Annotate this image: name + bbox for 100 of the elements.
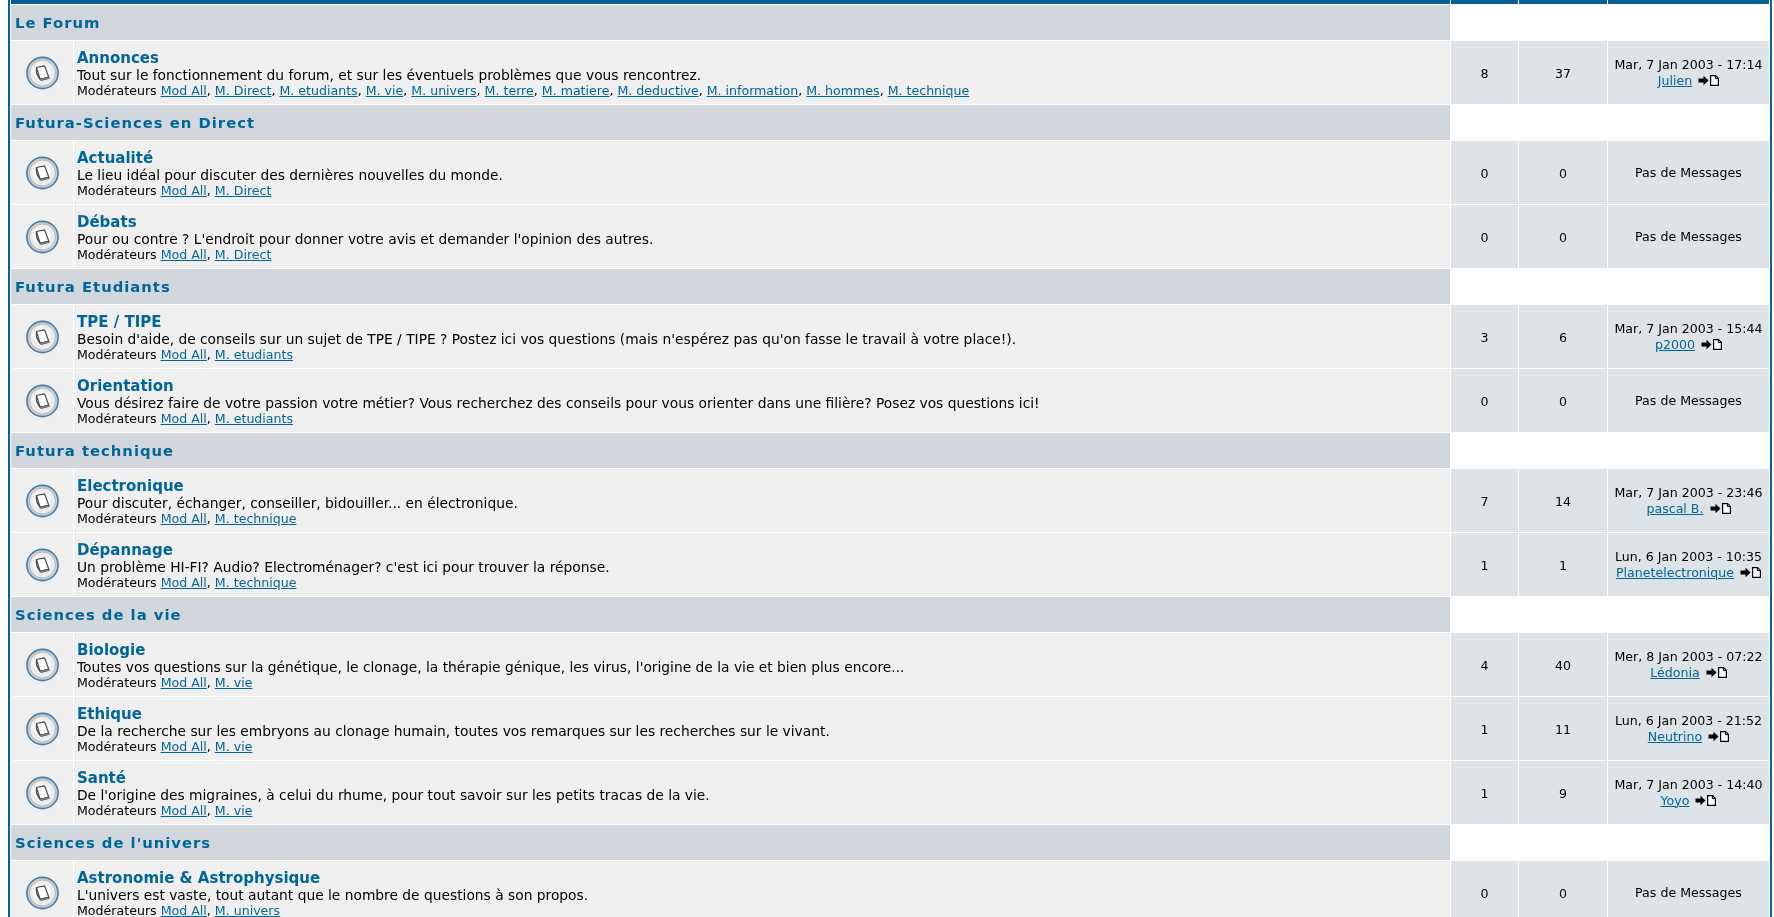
last-post-date: Mar, 7 Jan 2003 - 23:46: [1614, 484, 1763, 501]
author-link[interactable]: Neutrino: [1647, 728, 1703, 744]
moderators-line: Modérateurs Mod All, M. Direct: [77, 246, 272, 262]
author-link[interactable]: p2000: [1654, 336, 1695, 352]
moderator-link[interactable]: M. Direct: [214, 246, 272, 262]
moderator-link[interactable]: M. technique: [214, 574, 297, 590]
topics-count: 0: [1480, 886, 1489, 901]
topics-count: 8: [1480, 66, 1489, 81]
arrow-page-icon[interactable]: [1708, 730, 1730, 742]
forum-title-link[interactable]: Débats: [77, 213, 137, 231]
moderator-link[interactable]: M. technique: [214, 510, 297, 526]
moderator-link[interactable]: Mod All: [160, 82, 207, 98]
forum-title-link[interactable]: Actualité: [77, 149, 154, 167]
topics-count: 4: [1480, 658, 1489, 673]
moderators-line: Modérateurs Mod All, M. etudiants: [77, 346, 295, 362]
no-messages-text: Pas de Messages: [1635, 392, 1742, 408]
arrow-page-icon[interactable]: [1740, 566, 1762, 578]
arrow-page-icon[interactable]: [1701, 338, 1723, 350]
topics-count: 1: [1480, 722, 1489, 737]
author-link[interactable]: pascal B.: [1646, 500, 1704, 516]
moderator-link[interactable]: Mod All: [160, 410, 207, 426]
moderator-link[interactable]: Mod All: [160, 182, 207, 198]
round-page-icon: [25, 547, 59, 582]
topics-count: 0: [1480, 166, 1489, 181]
posts-count: 14: [1555, 494, 1571, 509]
forum-title-link[interactable]: Dépannage: [77, 541, 173, 559]
forum-title-link[interactable]: Orientation: [77, 377, 174, 395]
forum-description: Besoin d'aide, de conseils sur un sujet de TPE / TIPE ? Postez ici vos questions (mais n'espérez pas qu'on fasse le travail à votre place!).: [77, 330, 1018, 347]
moderator-link[interactable]: Mod All: [160, 674, 207, 690]
round-page-icon: [25, 875, 59, 910]
author-link[interactable]: Julien: [1657, 72, 1693, 88]
round-page-icon: [25, 155, 59, 190]
posts-count: 0: [1559, 166, 1567, 181]
topics-count: 7: [1480, 494, 1489, 509]
last-post-date: Mar, 7 Jan 2003 - 14:40: [1614, 776, 1763, 793]
moderator-link[interactable]: Mod All: [160, 346, 207, 362]
forum-title-link[interactable]: Ethique: [77, 705, 142, 723]
moderators-line: Modérateurs Mod All, M. Direct, M. etudiants, M. vie, M. univers, M. terre, M. matiere, M. deductive, M. information, M. hommes, M. technique: [77, 82, 971, 98]
topics-count: 0: [1480, 230, 1489, 245]
moderator-link[interactable]: Mod All: [160, 738, 207, 754]
moderator-link[interactable]: M. etudiants: [214, 410, 294, 426]
posts-count: 1: [1559, 558, 1567, 573]
round-page-icon: [25, 219, 59, 254]
arrow-page-icon[interactable]: [1705, 666, 1727, 678]
moderator-link[interactable]: M. matiere: [541, 82, 610, 98]
arrow-page-icon[interactable]: [1695, 794, 1717, 806]
moderator-link[interactable]: M. technique: [887, 82, 970, 98]
forum-description: Un problème HI-FI? Audio? Electroménager? c'est ici pour trouver la réponse.: [77, 558, 611, 575]
moderator-link[interactable]: M. univers: [411, 82, 477, 98]
author-link[interactable]: Lédonia: [1650, 664, 1700, 680]
category-title: Sciences de l'univers: [15, 834, 212, 851]
forum-description: Pour ou contre ? L'endroit pour donner votre avis et demander l'opinion des autres.: [77, 230, 655, 247]
moderator-link[interactable]: M. vie: [214, 674, 253, 690]
moderator-link[interactable]: M. etudiants: [279, 82, 358, 98]
moderator-link[interactable]: Mod All: [160, 510, 207, 526]
arrow-page-icon[interactable]: [1698, 74, 1720, 86]
moderators-line: Modérateurs Mod All, M. vie: [77, 802, 253, 818]
moderators-line: Modérateurs Mod All, M. univers: [77, 902, 282, 917]
posts-count: 0: [1559, 230, 1567, 245]
round-page-icon: [25, 775, 59, 810]
topics-count: 1: [1480, 558, 1489, 573]
moderator-link[interactable]: M. Direct: [214, 82, 272, 98]
moderator-link[interactable]: M. vie: [214, 738, 253, 754]
moderator-link[interactable]: M. Direct: [214, 182, 272, 198]
forum-description: Le lieu idéal pour discuter des dernières nouvelles du monde.: [77, 166, 504, 183]
moderator-link[interactable]: M. deductive: [617, 82, 699, 98]
moderator-link[interactable]: Mod All: [160, 246, 207, 262]
moderator-link[interactable]: M. terre: [484, 82, 534, 98]
moderator-link[interactable]: M. vie: [214, 802, 253, 818]
forum-title-link[interactable]: Astronomie & Astrophysique: [77, 869, 321, 887]
arrow-page-icon[interactable]: [1709, 502, 1731, 514]
author-link[interactable]: Yoyo: [1660, 792, 1690, 808]
forum-title-link[interactable]: Electronique: [77, 477, 184, 495]
author-link[interactable]: Planetelectronique: [1615, 564, 1735, 580]
last-post-date: Mar, 7 Jan 2003 - 17:14: [1614, 56, 1763, 73]
forum-description: Vous désirez faire de votre passion votre métier? Vous recherchez des conseils pour vous orienter dans une filière? Posez vos questions ici!: [77, 394, 1041, 411]
moderators-line: Modérateurs Mod All, M. vie: [77, 738, 253, 754]
forum-description: Pour discuter, échanger, conseiller, bidouiller... en électronique.: [77, 494, 519, 511]
round-page-icon: [25, 319, 59, 354]
forum-description: Toutes vos questions sur la génétique, le clonage, la thérapie génique, les virus, l'origine de la vie et bien plus encore...: [77, 658, 906, 675]
category-title: Sciences de la vie: [15, 606, 182, 623]
last-post-date: Mer, 8 Jan 2003 - 07:22: [1614, 648, 1763, 665]
moderator-link[interactable]: Mod All: [160, 802, 207, 818]
last-post-date: Lun, 6 Jan 2003 - 21:52: [1614, 712, 1763, 729]
moderator-link[interactable]: M. etudiants: [214, 346, 294, 362]
forum-title-link[interactable]: Annonces: [77, 49, 159, 67]
topics-count: 0: [1480, 394, 1489, 409]
posts-count: 6: [1559, 330, 1567, 345]
last-post-date: Lun, 6 Jan 2003 - 10:35: [1614, 548, 1763, 565]
moderators-line: Modérateurs Mod All, M. etudiants: [77, 410, 294, 426]
forum-title-link[interactable]: Biologie: [77, 641, 146, 659]
forum-title-link[interactable]: TPE / TIPE: [77, 313, 162, 331]
moderator-link[interactable]: M. hommes: [806, 82, 880, 98]
moderator-link[interactable]: Mod All: [160, 902, 207, 917]
moderator-link[interactable]: Mod All: [160, 574, 207, 590]
moderator-link[interactable]: M. univers: [214, 902, 281, 917]
topics-count: 3: [1480, 330, 1489, 345]
forum-title-link[interactable]: Santé: [77, 769, 126, 787]
no-messages-text: Pas de Messages: [1635, 228, 1742, 244]
posts-count: 40: [1555, 658, 1571, 673]
